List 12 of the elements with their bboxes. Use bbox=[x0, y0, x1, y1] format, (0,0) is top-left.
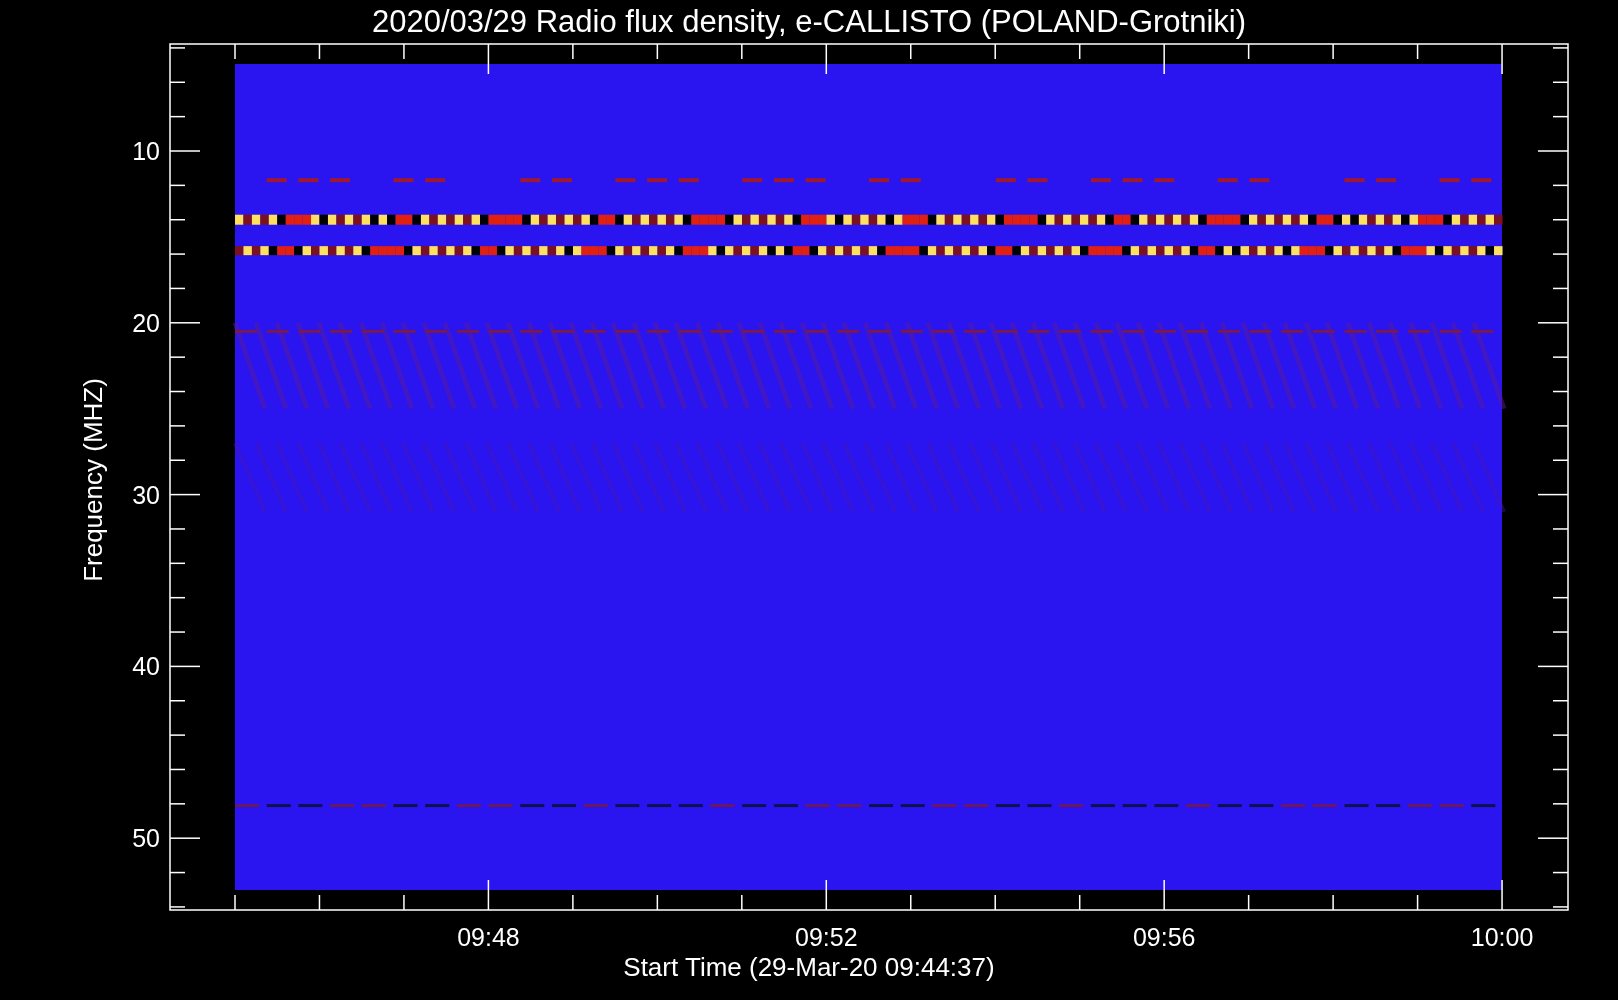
axis-tick-label: 09:48 bbox=[457, 923, 520, 951]
axis-tick-label: 09:52 bbox=[795, 923, 858, 951]
axis-title: Frequency (MHZ) bbox=[78, 378, 108, 582]
axis-tick-label: 30 bbox=[132, 480, 160, 509]
chart-title: 2020/03/29 Radio flux density, e-CALLISTO (POLAND-Grotniki) bbox=[371, 4, 1247, 39]
axis-tick-label: 10:00 bbox=[1470, 923, 1534, 951]
axis-title: Start Time (29-Mar-20 09:44:37) bbox=[623, 952, 995, 982]
axis-tick-label: 20 bbox=[132, 308, 160, 337]
axis-tick-label: 10 bbox=[132, 137, 160, 165]
axis-tick-label: 50 bbox=[132, 824, 160, 853]
axis-tick-label: 40 bbox=[132, 652, 160, 681]
axis-tick-label: 09:56 bbox=[1132, 923, 1196, 951]
